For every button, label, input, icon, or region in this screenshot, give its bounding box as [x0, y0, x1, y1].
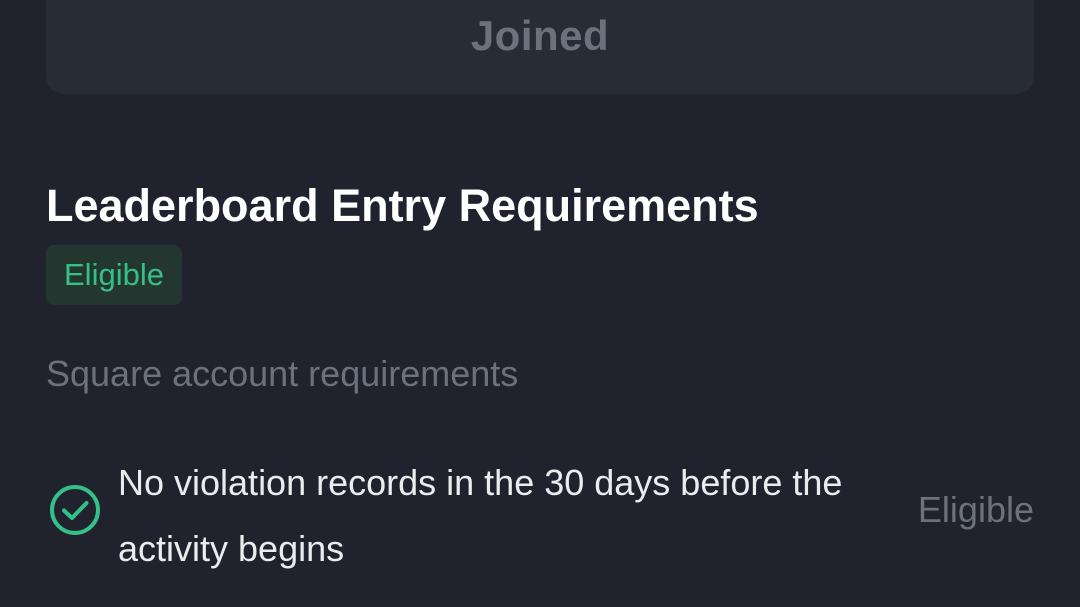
status-badge-label: Eligible [64, 257, 164, 292]
check-circle-icon [48, 483, 102, 537]
section-title: Leaderboard Entry Requirements [46, 180, 759, 231]
requirement-status: Eligible [917, 489, 1034, 530]
requirement-text: No violation records in the 30 days befo… [118, 462, 843, 569]
requirement-item: No violation records in the 30 days befo… [46, 450, 1034, 570]
joined-button-label: Joined [470, 12, 610, 59]
square-account-requirements-heading: Square account requirements [46, 353, 519, 394]
joined-button[interactable]: Joined [46, 0, 1034, 94]
eligibility-status-badge: Eligible [46, 245, 182, 305]
screen: Joined Leaderboard Entry Requirements El… [0, 0, 1080, 607]
